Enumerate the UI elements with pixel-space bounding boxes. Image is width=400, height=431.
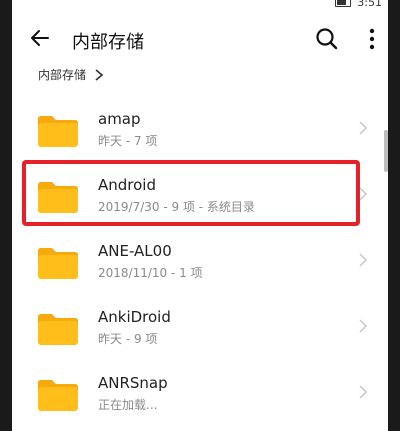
folder-icon [38, 248, 78, 279]
chevron-right-icon [359, 253, 367, 267]
folder-list: amap 昨天 - 7 项 Android 2019/7/30 - 9 项 - … [12, 94, 388, 424]
more-vertical-icon [369, 28, 375, 50]
breadcrumb-item[interactable]: 内部存储 [38, 66, 86, 83]
more-options-button[interactable] [362, 26, 382, 52]
chevron-right-icon [359, 187, 367, 201]
status-bar: 3:51 [12, 0, 388, 12]
chevron-right-icon [95, 68, 104, 81]
folder-item-ane-al00[interactable]: ANE-AL00 2018/11/10 - 1 项 [12, 226, 388, 292]
folder-meta: 昨天 - 9 项 [98, 332, 158, 346]
search-icon [316, 28, 338, 50]
folder-icon [38, 116, 78, 147]
folder-icon [38, 314, 78, 345]
folder-meta: 昨天 - 7 项 [98, 134, 158, 148]
folder-name: ANRSnap [98, 374, 168, 392]
folder-name: AnkiDroid [98, 308, 171, 326]
arrow-left-icon [31, 30, 49, 46]
status-area: 3:51 [335, 0, 382, 9]
status-time: 3:51 [357, 0, 382, 9]
file-manager-screen: 3:51 内部存储 内部存储 amap 昨天 - 7 项 Android 201… [12, 0, 388, 431]
folder-name: Android [98, 176, 156, 194]
folder-item-ankidroid[interactable]: AnkiDroid 昨天 - 9 项 [12, 292, 388, 358]
page-title: 内部存储 [72, 32, 144, 53]
chevron-right-icon [359, 385, 367, 399]
folder-meta: 2018/11/10 - 1 项 [98, 266, 203, 280]
battery-icon [335, 0, 352, 7]
search-button[interactable] [314, 26, 340, 52]
folder-name: amap [98, 110, 141, 128]
scrollbar[interactable] [384, 130, 388, 172]
chevron-right-icon [359, 319, 367, 333]
back-button[interactable] [28, 26, 52, 50]
folder-item-android[interactable]: Android 2019/7/30 - 9 项 - 系统目录 [12, 160, 388, 226]
folder-meta: 正在加载... [98, 398, 158, 412]
folder-name: ANE-AL00 [98, 242, 172, 260]
chevron-right-icon [359, 121, 367, 135]
folder-item-anrsnap[interactable]: ANRSnap 正在加载... [12, 358, 388, 424]
app-header: 内部存储 [12, 18, 388, 58]
folder-item-amap[interactable]: amap 昨天 - 7 项 [12, 94, 388, 160]
folder-meta: 2019/7/30 - 9 项 - 系统目录 [98, 200, 255, 214]
folder-icon [38, 380, 78, 411]
breadcrumb: 内部存储 [38, 66, 104, 83]
folder-icon [38, 182, 78, 213]
